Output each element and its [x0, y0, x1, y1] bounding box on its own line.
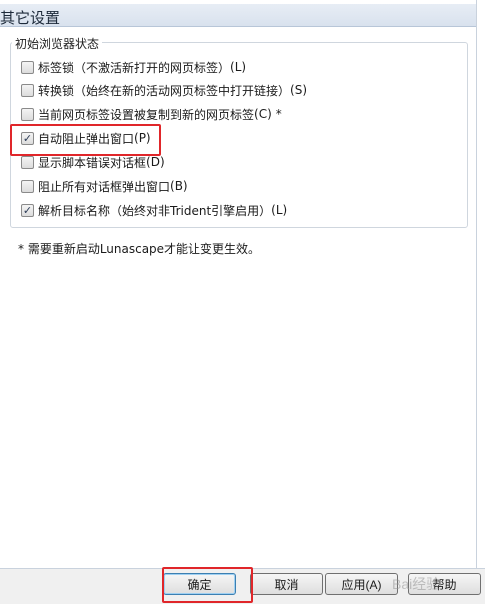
- option-label: 转换锁（始终在新的活动网页标签中打开链接）: [38, 83, 291, 98]
- option-asterisk: *: [275, 107, 282, 121]
- option-key: (B): [170, 179, 188, 193]
- option-tab-lock[interactable]: 标签锁（不激活新打开的网页标签） (L): [21, 58, 246, 76]
- option-label: 标签锁（不激活新打开的网页标签）: [38, 60, 231, 75]
- checkbox-resolve-target-name[interactable]: ✓: [21, 203, 34, 217]
- restart-note: * 需要重新启动Lunascape才能让变更生效。: [18, 242, 261, 256]
- option-label: 解析目标名称（始终对非Trident引擎启用）: [38, 203, 272, 218]
- option-key: (S): [290, 83, 307, 97]
- highlight-box-block-popups: [10, 124, 161, 156]
- option-copy-tab-settings[interactable]: 当前网页标签设置被复制到新的网页标签 (C) *: [21, 105, 282, 123]
- checkbox-block-dialog-popups[interactable]: [21, 179, 34, 193]
- checkbox-tab-lock[interactable]: [21, 60, 34, 74]
- cancel-button[interactable]: 取消: [250, 573, 323, 595]
- option-key: (C): [254, 107, 272, 121]
- checkbox-copy-tab-settings[interactable]: [21, 107, 34, 121]
- option-resolve-target-name[interactable]: ✓ 解析目标名称（始终对非Trident引擎启用） (L): [21, 201, 287, 219]
- watermark: Bai经验: [392, 576, 441, 592]
- highlight-box-ok: [162, 567, 253, 603]
- option-switch-lock[interactable]: 转换锁（始终在新的活动网页标签中打开链接） (S): [21, 81, 307, 99]
- option-label: 阻止所有对话框弹出窗口: [38, 179, 171, 194]
- section-header: 其它设置: [0, 4, 477, 27]
- option-label: 显示脚本错误对话框: [38, 155, 147, 170]
- option-key: (L): [271, 203, 288, 217]
- option-label: 当前网页标签设置被复制到新的网页标签: [38, 107, 255, 122]
- apply-button[interactable]: 应用(A): [325, 573, 398, 595]
- checkbox-show-script-errors[interactable]: [21, 155, 34, 169]
- section-title: 其它设置: [0, 9, 61, 27]
- panel-divider: [476, 0, 477, 570]
- group-title: 初始浏览器状态: [12, 35, 103, 52]
- checkbox-switch-lock[interactable]: [21, 83, 34, 97]
- option-block-dialog-popups[interactable]: 阻止所有对话框弹出窗口 (B): [21, 177, 188, 195]
- settings-panel: 其它设置 初始浏览器状态 标签锁（不激活新打开的网页标签） (L) 转换锁（始终…: [0, 0, 485, 604]
- option-key: (L): [230, 60, 247, 74]
- option-key: (D): [146, 155, 165, 169]
